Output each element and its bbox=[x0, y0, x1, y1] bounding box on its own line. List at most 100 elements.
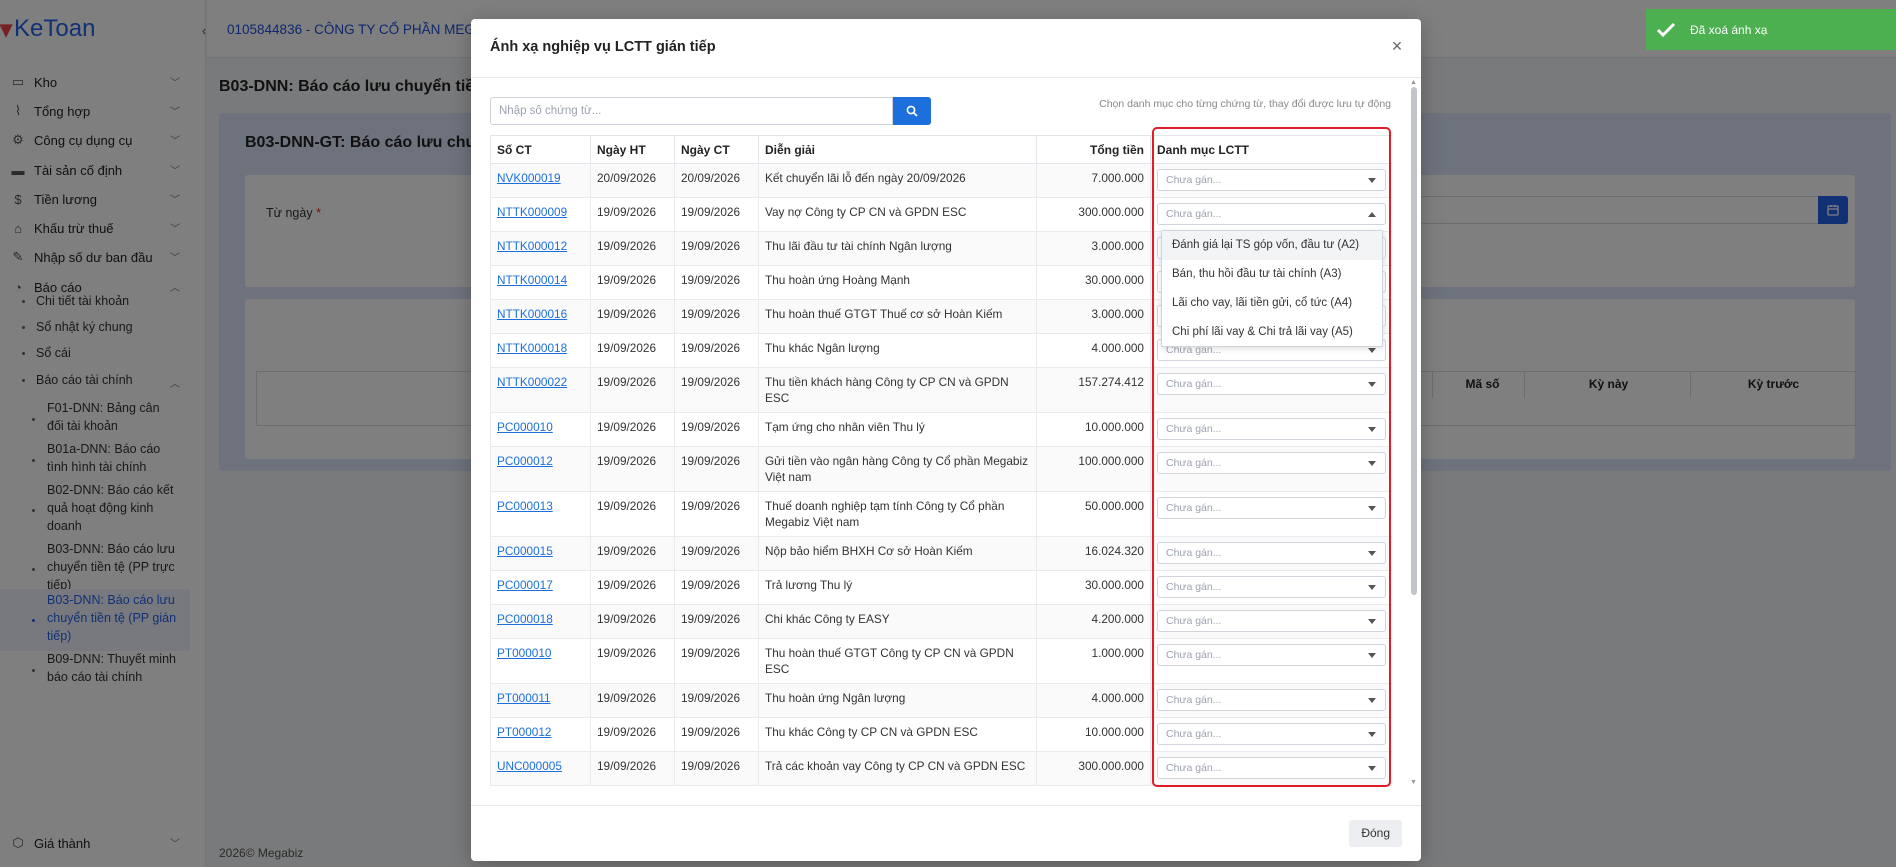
cell-danh-muc: Chưa gán... bbox=[1150, 536, 1392, 571]
voucher-link[interactable]: NVK000019 bbox=[497, 171, 561, 185]
caret-down-icon bbox=[1368, 698, 1376, 703]
category-select[interactable]: Chưa gán... bbox=[1157, 169, 1386, 191]
cell-ngay-ht: 19/09/2026 bbox=[590, 412, 675, 447]
search-button[interactable] bbox=[893, 97, 931, 125]
voucher-link[interactable]: PC000012 bbox=[497, 454, 553, 468]
cell-tong-tien: 16.024.320 bbox=[1036, 536, 1151, 571]
close-button[interactable]: Đóng bbox=[1349, 820, 1402, 847]
table-row: PC000012 19/09/2026 19/09/2026 Gửi tiền vào… bbox=[490, 446, 1392, 492]
voucher-link[interactable]: PC000017 bbox=[497, 578, 553, 592]
category-select[interactable]: Chưa gán... bbox=[1157, 576, 1386, 598]
cell-ngay-ct: 19/09/2026 bbox=[674, 412, 759, 447]
cell-so-ct: PC000013 bbox=[490, 491, 591, 537]
cell-ngay-ht: 19/09/2026 bbox=[590, 683, 675, 718]
col-danh-muc-lctt[interactable]: Danh mục LCTT bbox=[1150, 135, 1392, 164]
cell-so-ct: PC000018 bbox=[490, 604, 591, 639]
cell-danh-muc: Chưa gán... bbox=[1150, 570, 1392, 605]
voucher-link[interactable]: PC000013 bbox=[497, 499, 553, 513]
table-row: NVK000019 20/09/2026 20/09/2026 Kết chuyển … bbox=[490, 163, 1392, 198]
caret-down-icon bbox=[1368, 506, 1376, 511]
cell-so-ct: NTTK000018 bbox=[490, 333, 591, 368]
cell-so-ct: PT000010 bbox=[490, 638, 591, 684]
voucher-link[interactable]: PC000015 bbox=[497, 544, 553, 558]
cell-ngay-ct: 19/09/2026 bbox=[674, 446, 759, 492]
cell-ngay-ht: 19/09/2026 bbox=[590, 717, 675, 752]
cell-ngay-ct: 19/09/2026 bbox=[674, 333, 759, 368]
voucher-link[interactable]: PT000011 bbox=[497, 691, 551, 705]
cell-dien-giai: Thu khác Công ty CP CN và GPDN ESC bbox=[758, 717, 1037, 752]
caret-down-icon bbox=[1368, 766, 1376, 771]
select-placeholder: Chưa gán... bbox=[1166, 649, 1222, 661]
cell-danh-muc: Chưa gán... bbox=[1150, 638, 1392, 684]
table-row: NTTK000022 19/09/2026 19/09/2026 Thu tiền k… bbox=[490, 367, 1392, 413]
cell-tong-tien: 30.000.000 bbox=[1036, 570, 1151, 605]
voucher-link[interactable]: NTTK000016 bbox=[497, 307, 567, 321]
cell-ngay-ct: 19/09/2026 bbox=[674, 751, 759, 786]
voucher-link[interactable]: NTTK000012 bbox=[497, 239, 567, 253]
category-select[interactable]: Chưa gán... bbox=[1157, 497, 1386, 519]
cell-dien-giai: Kết chuyển lãi lỗ đến ngày 20/09/2026 bbox=[758, 163, 1037, 198]
cell-danh-muc: Chưa gán... bbox=[1150, 683, 1392, 718]
voucher-link[interactable]: PT000010 bbox=[497, 646, 551, 660]
voucher-link[interactable]: PC000018 bbox=[497, 612, 553, 626]
cell-ngay-ht: 19/09/2026 bbox=[590, 299, 675, 334]
cell-ngay-ht: 19/09/2026 bbox=[590, 536, 675, 571]
cell-dien-giai: Trả lương Thu lý bbox=[758, 570, 1037, 605]
cell-ngay-ht: 19/09/2026 bbox=[590, 491, 675, 537]
table-row: PC000015 19/09/2026 19/09/2026 Nộp bảo hiểm… bbox=[490, 536, 1392, 571]
category-select[interactable]: Chưa gán... bbox=[1157, 452, 1386, 474]
table-row: UNC000005 19/09/2026 19/09/2026 Trả các kho… bbox=[490, 751, 1392, 786]
voucher-link[interactable]: NTTK000018 bbox=[497, 341, 567, 355]
cell-dien-giai: Vay nợ Công ty CP CN và GPDN ESC bbox=[758, 197, 1037, 232]
cell-ngay-ct: 19/09/2026 bbox=[674, 536, 759, 571]
select-placeholder: Chưa gán... bbox=[1166, 547, 1222, 559]
category-select[interactable]: Chưa gán... bbox=[1157, 418, 1386, 440]
table-row: PC000018 19/09/2026 19/09/2026 Chi khác Côn… bbox=[490, 604, 1392, 639]
cell-so-ct: PT000011 bbox=[490, 683, 591, 718]
category-select[interactable]: Chưa gán... bbox=[1157, 723, 1386, 745]
category-select[interactable]: Chưa gán... bbox=[1157, 542, 1386, 564]
col-so-ct[interactable]: Số CT bbox=[490, 135, 591, 164]
modal-scrollbar[interactable] bbox=[1410, 79, 1418, 785]
voucher-link[interactable]: NTTK000009 bbox=[497, 205, 567, 219]
voucher-link[interactable]: NTTK000022 bbox=[497, 375, 567, 389]
voucher-link[interactable]: UNC000005 bbox=[497, 759, 562, 773]
dropdown-option[interactable]: Đánh giá lại TS góp vốn, đầu tư (A2) bbox=[1162, 231, 1382, 260]
col-ngay-ct[interactable]: Ngày CT bbox=[674, 135, 759, 164]
col-ngay-ht[interactable]: Ngày HT bbox=[590, 135, 675, 164]
cell-dien-giai: Thu hoàn thuế GTGT Thuế cơ sở Hoàn Kiếm bbox=[758, 299, 1037, 334]
cell-so-ct: UNC000005 bbox=[490, 751, 591, 786]
scrollbar-thumb[interactable] bbox=[1411, 87, 1417, 595]
dropdown-option[interactable]: Bán, thu hồi đầu tư tài chính (A3) bbox=[1162, 260, 1382, 289]
cell-tong-tien: 10.000.000 bbox=[1036, 412, 1151, 447]
category-select[interactable]: Chưa gán... bbox=[1157, 610, 1386, 632]
cell-dien-giai: Thu hoàn thuế GTGT Công ty CP CN và GPDN… bbox=[758, 638, 1037, 684]
cell-ngay-ht: 19/09/2026 bbox=[590, 367, 675, 413]
cell-ngay-ct: 19/09/2026 bbox=[674, 570, 759, 605]
close-icon[interactable]: × bbox=[1387, 36, 1407, 56]
cell-dien-giai: Gửi tiền vào ngân hàng Công ty Cổ phần M… bbox=[758, 446, 1037, 492]
voucher-link[interactable]: PT000012 bbox=[497, 725, 551, 739]
category-select[interactable]: Chưa gán... bbox=[1157, 757, 1386, 779]
cell-ngay-ht: 19/09/2026 bbox=[590, 231, 675, 266]
cell-so-ct: NTTK000009 bbox=[490, 197, 591, 232]
voucher-link[interactable]: NTTK000014 bbox=[497, 273, 567, 287]
dropdown-option[interactable]: Chi phí lãi vay & Chi trả lãi vay (A5) bbox=[1162, 318, 1382, 347]
scroll-up-icon[interactable]: ▲ bbox=[1410, 79, 1417, 86]
cell-so-ct: PC000017 bbox=[490, 570, 591, 605]
cell-ngay-ht: 19/09/2026 bbox=[590, 446, 675, 492]
col-tong-tien[interactable]: Tổng tiền bbox=[1036, 135, 1151, 164]
cell-ngay-ht: 19/09/2026 bbox=[590, 333, 675, 368]
voucher-search-input[interactable] bbox=[490, 97, 893, 125]
category-select[interactable]: Chưa gán... bbox=[1157, 689, 1386, 711]
scroll-down-icon[interactable]: ▼ bbox=[1410, 779, 1417, 786]
dropdown-option[interactable]: Lãi cho vay, lãi tiền gửi, cổ tức (A4) bbox=[1162, 289, 1382, 318]
col-dien-giai[interactable]: Diễn giải bbox=[758, 135, 1037, 164]
category-select[interactable]: Chưa gán... bbox=[1157, 203, 1386, 225]
cell-tong-tien: 300.000.000 bbox=[1036, 751, 1151, 786]
voucher-link[interactable]: PC000010 bbox=[497, 420, 553, 434]
caret-down-icon bbox=[1368, 348, 1376, 353]
category-select[interactable]: Chưa gán... bbox=[1157, 373, 1386, 395]
cell-so-ct: NTTK000022 bbox=[490, 367, 591, 413]
category-select[interactable]: Chưa gán... bbox=[1157, 644, 1386, 666]
